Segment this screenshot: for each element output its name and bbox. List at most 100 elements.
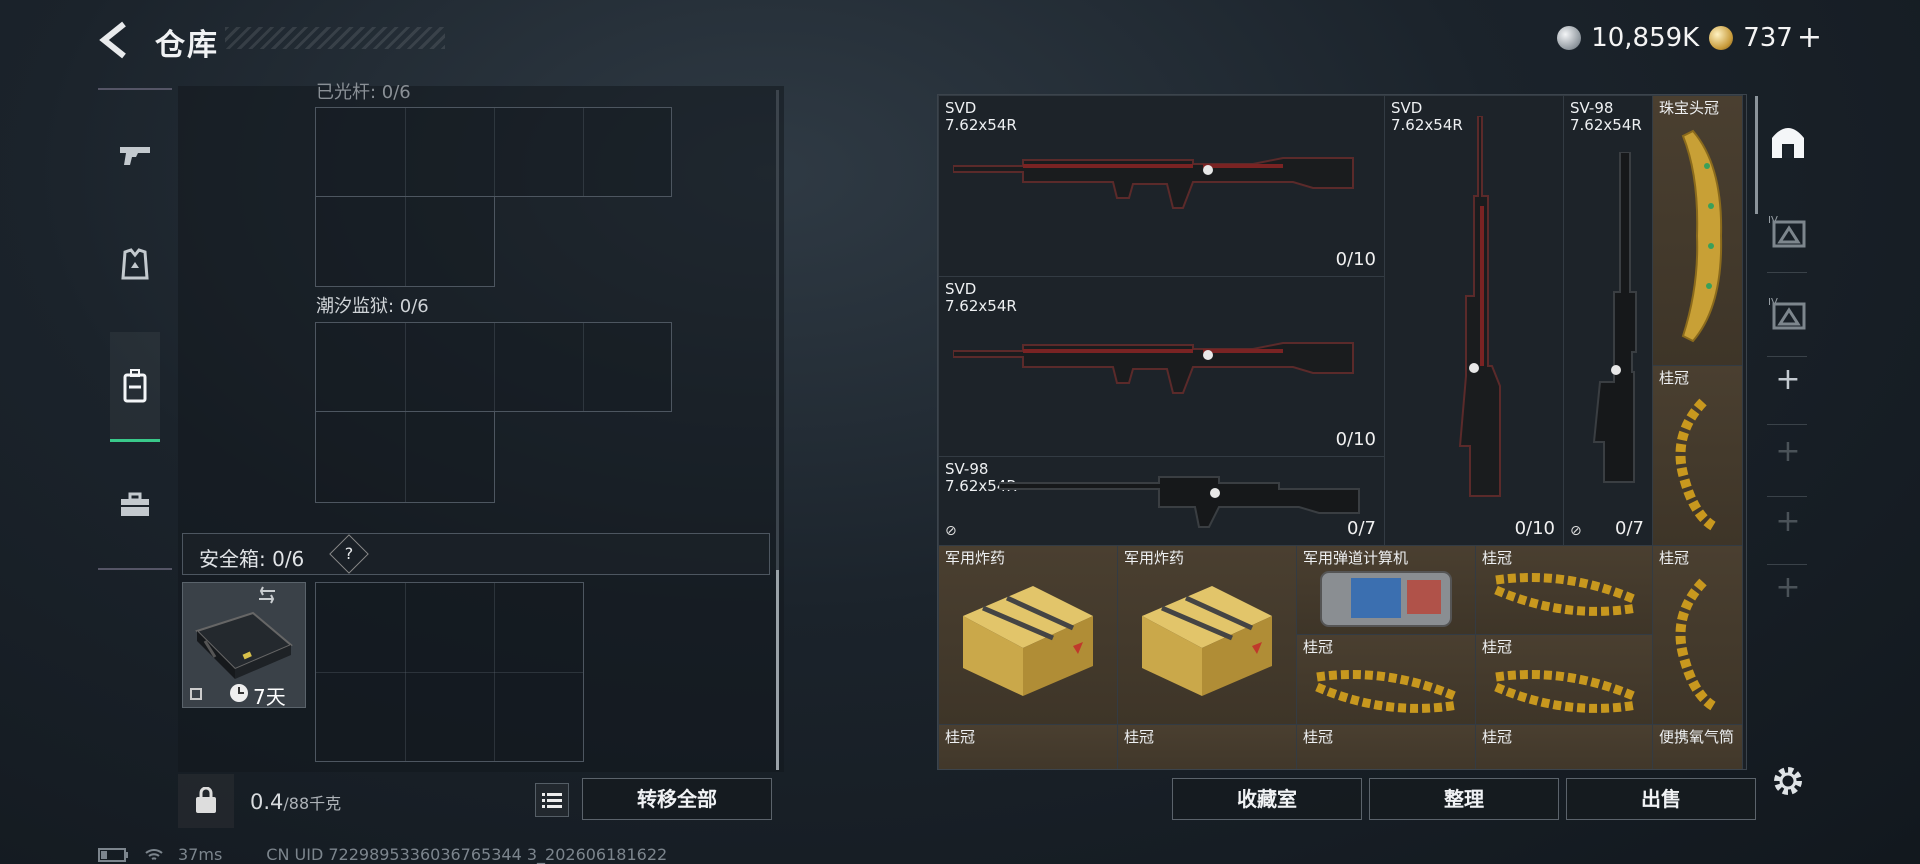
item-sv98-vertical[interactable]: SV-98 7.62x54R ⊘ 0/7 [1563, 95, 1653, 546]
weight-value: 0.4 [250, 790, 284, 814]
pistol-icon [120, 147, 150, 165]
tier-4-icon: IV [1768, 297, 1806, 330]
battery-icon [98, 847, 128, 862]
safe-case-icon [190, 586, 293, 702]
item-laurel[interactable]: 桂冠 [1296, 724, 1476, 769]
item-name: 军用炸药 [1124, 549, 1185, 567]
tab-add-3[interactable]: + [1763, 496, 1813, 546]
item-laurel[interactable]: 桂冠 [1296, 634, 1476, 725]
uid: CN UID 7229895336036765344 3_20260618162… [266, 845, 668, 864]
slot-a-label: 已光杆: 0/6 [316, 82, 411, 103]
inventory-grid: SVD 7.62x54R 0/10 SVD 7.62x54R 0/10 SV-9… [937, 94, 1747, 770]
item-ballistic-computer[interactable]: 军用弹道计算机 [1296, 545, 1476, 635]
title-decoration [225, 27, 445, 49]
weight-indicator [178, 774, 234, 828]
item-ammo-count: 0/10 [1514, 518, 1555, 539]
no-trade-icon: ⊘ [1570, 523, 1582, 539]
laurel-icon [1315, 670, 1459, 713]
item-laurel[interactable]: 桂冠 [1475, 724, 1653, 769]
computer-device-icon [1320, 571, 1452, 627]
page-title: 仓库 [155, 28, 219, 63]
item-explosive[interactable]: 军用炸药 [938, 545, 1118, 725]
item-name: 桂冠 [1482, 728, 1513, 746]
plus-icon: + [1775, 361, 1801, 397]
laurel-icon [1494, 573, 1638, 616]
weight-readout: 0.4/88千克 [250, 790, 341, 814]
rail-weapon[interactable] [110, 130, 160, 180]
tab-tier-4-b[interactable]: IV [1763, 288, 1813, 338]
currency-display: 10,859K 737 + [1557, 20, 1822, 55]
backpack-icon [123, 368, 147, 402]
safe-box-label: 安全箱: 0/6 [199, 547, 305, 571]
item-ammo-count: 0/7 [1615, 518, 1644, 539]
item-sv98[interactable]: SV-98 7.62x54R ⊘ 0/7 [938, 456, 1385, 546]
rifle-icon [953, 342, 1354, 394]
rail-backpack[interactable] [110, 332, 160, 442]
item-oxygen-tank[interactable]: 便携氧气筒 [1652, 724, 1743, 769]
container-grid[interactable] [315, 107, 672, 197]
left-scrollbar-thumb[interactable] [776, 570, 779, 770]
item-svd[interactable]: SVD 7.62x54R 0/10 [938, 95, 1385, 277]
list-icon [542, 793, 562, 808]
safe-case-item[interactable]: 7天 [182, 582, 306, 709]
silver-coin-icon [1557, 25, 1582, 50]
tab-storage-main[interactable] [1763, 116, 1813, 166]
item-laurel[interactable]: 桂冠 [1652, 545, 1743, 725]
item-laurel[interactable]: 桂冠 [938, 724, 1118, 769]
item-laurel[interactable]: 桂冠 [1475, 634, 1653, 725]
item-svd-vertical[interactable]: SVD 7.62x54R 0/10 [1384, 95, 1564, 546]
item-laurel[interactable]: 桂冠 [1652, 365, 1743, 546]
item-laurel[interactable]: 桂冠 [1117, 724, 1297, 769]
item-name: 桂冠 [1303, 728, 1334, 746]
item-name: SVD 7.62x54R [945, 280, 1017, 315]
item-name: SVD 7.62x54R [945, 99, 1017, 134]
item-laurel[interactable]: 桂冠 [1475, 545, 1653, 635]
safe-help-button[interactable]: ? [329, 534, 369, 574]
container-grid[interactable] [315, 196, 495, 287]
wifi-icon [145, 848, 163, 860]
container-grid[interactable] [315, 411, 495, 503]
transfer-all-button[interactable]: 转移全部 [582, 778, 772, 820]
status-bar: 37ms CN UID 7229895336036765344 3_202606… [98, 845, 667, 864]
weight-icon [196, 787, 216, 813]
rail-armor[interactable] [110, 240, 160, 290]
item-name: 桂冠 [1124, 728, 1155, 746]
plus-icon: + [1775, 503, 1801, 539]
tier-4-icon: IV [1768, 215, 1806, 248]
rifle-icon [1592, 152, 1637, 483]
item-name: SV-98 7.62x54R [1570, 99, 1642, 134]
tab-tier-4-a[interactable]: IV [1763, 206, 1813, 256]
tab-add-2[interactable]: + [1763, 426, 1813, 476]
laurel-icon [1494, 670, 1638, 713]
sort-button[interactable]: 整理 [1369, 778, 1559, 820]
item-explosive[interactable]: 军用炸药 [1117, 545, 1297, 725]
settings-button[interactable] [1763, 756, 1813, 806]
crown-icon [1681, 129, 1723, 343]
tab-add-1[interactable]: + [1763, 354, 1813, 404]
gear-icon [1774, 767, 1802, 795]
safe-box-grid[interactable] [315, 582, 584, 762]
silver-amount: 10,859K [1591, 22, 1700, 53]
collection-room-button[interactable]: 收藏室 [1172, 778, 1362, 820]
item-svd[interactable]: SVD 7.62x54R 0/10 [938, 276, 1385, 457]
sell-button[interactable]: 出售 [1566, 778, 1756, 820]
briefcase-icon [121, 492, 149, 516]
laurel-icon [1675, 578, 1716, 711]
plus-icon: + [1775, 433, 1801, 469]
case-timer: 7天 [253, 685, 286, 709]
item-name: 桂冠 [945, 728, 976, 746]
tab-add-4[interactable]: + [1763, 562, 1813, 612]
item-jewel-crown[interactable]: 珠宝头冠 [1652, 95, 1743, 366]
container-grid[interactable] [315, 322, 672, 412]
add-currency-button[interactable]: + [1797, 20, 1822, 55]
back-button[interactable] [98, 20, 132, 60]
rifle-icon [953, 157, 1354, 209]
lock-icon [190, 688, 202, 700]
safe-box-header: 安全箱: 0/6 ? [182, 533, 770, 575]
no-trade-icon: ⊘ [945, 523, 957, 539]
list-view-button[interactable] [535, 783, 569, 817]
item-name: 桂冠 [1482, 638, 1513, 656]
storage-tabs: IV IV + + + + [1757, 94, 1820, 795]
rail-case[interactable] [110, 480, 160, 530]
weight-capacity: /88千克 [283, 794, 342, 813]
